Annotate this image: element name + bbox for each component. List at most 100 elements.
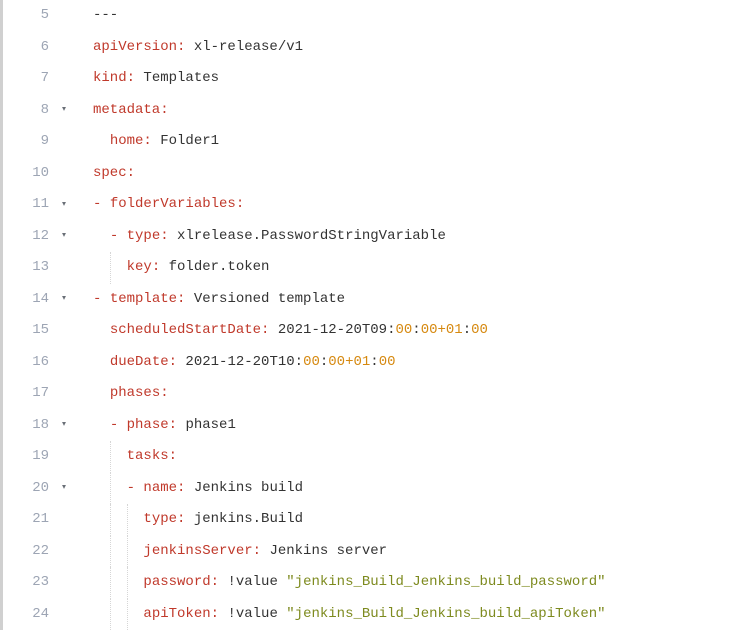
code-cell[interactable]: password: !value "jenkins_Build_Jenkins_… [73,567,750,599]
code-cell[interactable]: phases: [73,378,750,410]
code-cell[interactable]: jenkinsServer: Jenkins server [73,536,750,568]
line-number: 14▾ [3,284,73,316]
code-cell[interactable]: spec: [73,158,750,190]
code-cell[interactable]: kind: Templates [73,63,750,95]
code-cell[interactable]: home: Folder1 [73,126,750,158]
token-scalar [93,480,127,496]
code-line: 10 spec: [3,158,750,190]
token-num: 00 [395,322,412,338]
code-cell[interactable]: apiVersion: xl-release/v1 [73,32,750,64]
code-line: 16 dueDate: 2021-12-20T10:00:00+01:00 [3,347,750,379]
line-number: 18▾ [3,410,73,442]
code-line: 12▾ - type: xlrelease.PasswordStringVari… [3,221,750,253]
code-content: metadata: [93,95,169,127]
code-line: 8▾metadata: [3,95,750,127]
line-number: 19 [3,441,73,473]
token-tag: !value [219,606,286,622]
token-dash: - [110,228,127,244]
token-str: "jenkins_Build_Jenkins_build_apiToken" [286,606,605,622]
code-cell[interactable]: - type: xlrelease.PasswordStringVariable [73,221,750,253]
code-cell[interactable]: tasks: [73,441,750,473]
token-num: 00 [303,354,320,370]
token-key: template: [110,291,186,307]
fold-toggle-icon[interactable]: ▾ [61,95,67,127]
code-cell[interactable]: type: jenkins.Build [73,504,750,536]
code-cell[interactable]: dueDate: 2021-12-20T10:00:00+01:00 [73,347,750,379]
token-scalar: folder.token [160,259,269,275]
token-key: password: [143,574,219,590]
code-cell[interactable]: - folderVariables: [73,189,750,221]
code-line: 21 type: jenkins.Build [3,504,750,536]
token-scalar [93,354,110,370]
token-num: 00+01 [421,322,463,338]
line-number: 10 [3,158,73,190]
code-cell[interactable]: metadata: [73,95,750,127]
token-scalar: 2021-12-20T10: [177,354,303,370]
token-key: apiToken: [143,606,219,622]
token-key: folderVariables: [110,196,244,212]
code-content: key: folder.token [93,252,269,284]
code-cell[interactable]: key: folder.token [73,252,750,284]
token-key: home: [110,133,152,149]
token-key: scheduledStartDate: [110,322,270,338]
code-content: scheduledStartDate: 2021-12-20T09:00:00+… [93,315,488,347]
code-content: - type: xlrelease.PasswordStringVariable [93,221,446,253]
code-cell[interactable]: - name: Jenkins build [73,473,750,505]
token-scalar [93,322,110,338]
line-number: 11▾ [3,189,73,221]
line-number: 24 [3,599,73,631]
code-line: 17 phases: [3,378,750,410]
token-scalar [93,133,110,149]
code-cell[interactable]: - phase: phase1 [73,410,750,442]
token-key: tasks: [127,448,177,464]
token-scalar: Jenkins build [185,480,303,496]
token-scalar [93,417,110,433]
line-number: 21 [3,504,73,536]
fold-toggle-icon[interactable]: ▾ [61,189,67,221]
code-line: 19 tasks: [3,441,750,473]
code-content: spec: [93,158,135,190]
token-scalar: xlrelease.PasswordStringVariable [169,228,446,244]
code-content: dueDate: 2021-12-20T10:00:00+01:00 [93,347,396,379]
code-cell[interactable]: scheduledStartDate: 2021-12-20T09:00:00+… [73,315,750,347]
token-scalar: : [370,354,378,370]
token-scalar [93,259,127,275]
token-scalar: 2021-12-20T09: [269,322,395,338]
token-scalar [93,385,110,401]
token-dash: - [127,480,144,496]
token-key: phases: [110,385,169,401]
token-key: kind: [93,70,135,86]
token-scalar: xl-release/v1 [185,39,303,55]
token-scalar: Versioned template [185,291,345,307]
token-scalar [93,543,143,559]
token-scalar: jenkins.Build [185,511,303,527]
token-key: type: [127,228,169,244]
code-cell[interactable]: --- [73,0,750,32]
line-number: 16 [3,347,73,379]
fold-toggle-icon[interactable]: ▾ [61,284,67,316]
code-cell[interactable]: apiToken: !value "jenkins_Build_Jenkins_… [73,599,750,631]
token-num: 00 [379,354,396,370]
token-scalar: phase1 [177,417,236,433]
code-line: 20▾ - name: Jenkins build [3,473,750,505]
code-content: tasks: [93,441,177,473]
code-cell[interactable]: - template: Versioned template [73,284,750,316]
code-content: - template: Versioned template [93,284,345,316]
line-number: 23 [3,567,73,599]
line-number: 22 [3,536,73,568]
line-number: 17 [3,378,73,410]
code-content: apiToken: !value "jenkins_Build_Jenkins_… [93,599,606,631]
code-line: 15 scheduledStartDate: 2021-12-20T09:00:… [3,315,750,347]
code-content: kind: Templates [93,63,219,95]
line-number: 15 [3,315,73,347]
token-scalar [93,606,143,622]
fold-toggle-icon[interactable]: ▾ [61,221,67,253]
code-content: apiVersion: xl-release/v1 [93,32,303,64]
code-line: 22 jenkinsServer: Jenkins server [3,536,750,568]
fold-toggle-icon[interactable]: ▾ [61,410,67,442]
line-number: 5 [3,0,73,32]
fold-toggle-icon[interactable]: ▾ [61,473,67,505]
code-content: password: !value "jenkins_Build_Jenkins_… [93,567,606,599]
token-scalar [93,448,127,464]
token-num: 00+01 [328,354,370,370]
